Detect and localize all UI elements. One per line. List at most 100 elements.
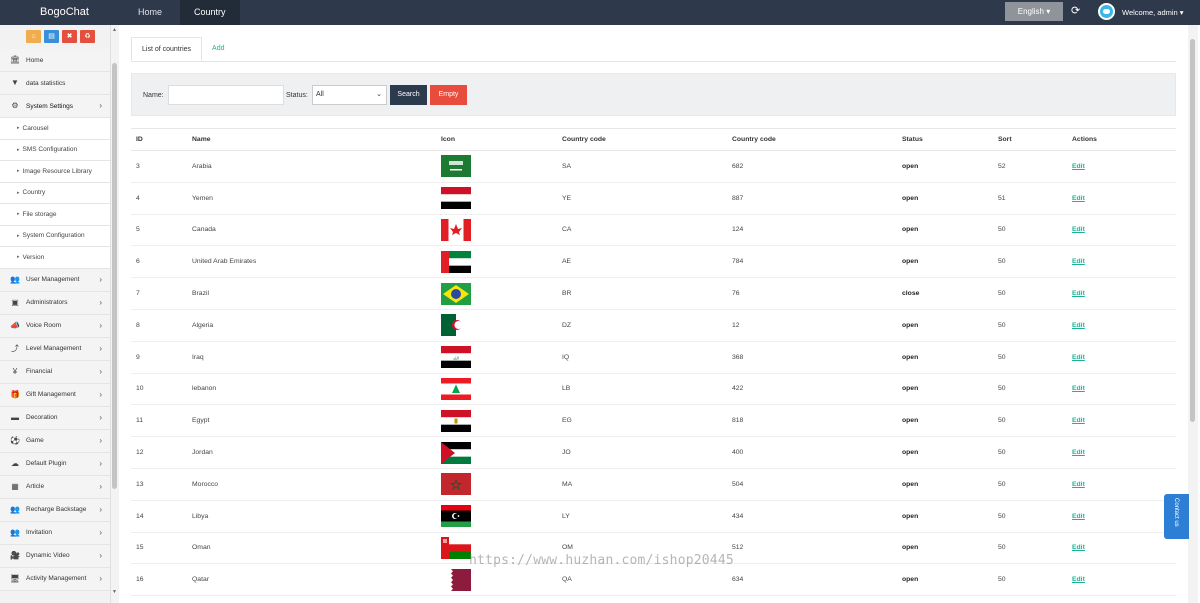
cell-id: 12 <box>131 436 187 469</box>
edit-link[interactable]: Edit <box>1072 226 1085 233</box>
edit-link[interactable]: Edit <box>1072 576 1085 583</box>
sidebar-item-decoration[interactable]: ▬ Decoration › <box>0 406 110 430</box>
cell-icon <box>436 150 557 183</box>
scroll-up-icon[interactable]: ▲ <box>112 27 117 33</box>
desktop-icon: 🖥 <box>9 573 21 583</box>
sidebar-scrollbar[interactable]: ▲ ▼ <box>111 25 119 603</box>
recycle-shortcut-icon[interactable]: ♻ <box>80 30 95 43</box>
sidebar-menu: 🏛 Home ▼ data statistics ⚙ System Settings › ▸ C… <box>0 49 110 591</box>
sidebar-item-financial[interactable]: ¥ Financial › <box>0 360 110 384</box>
ye-flag-icon <box>441 187 471 210</box>
home-shortcut-icon[interactable]: ⌂ <box>26 30 41 43</box>
sidebar-item-system-settings[interactable]: ⚙ System Settings › <box>0 95 110 118</box>
submenu-item-country[interactable]: ▸ Country <box>0 182 110 204</box>
om-flag-icon <box>441 536 471 559</box>
table-row: 14 Libya LY 434 open 50 Edit <box>131 500 1176 533</box>
edit-link[interactable]: Edit <box>1072 385 1085 392</box>
sidebar-scroll-thumb[interactable] <box>112 63 117 489</box>
edit-link[interactable]: Edit <box>1072 258 1085 265</box>
submenu-item-file-storage[interactable]: ▸ File storage <box>0 204 110 226</box>
level-icon: ⤴ <box>11 343 19 353</box>
cell-country-code: CA <box>557 214 727 247</box>
submenu-item-carousel[interactable]: ▸ Carousel <box>0 118 110 140</box>
cell-name: Libya <box>187 500 436 533</box>
cell-dial-code: 634 <box>727 563 897 597</box>
edit-link[interactable]: Edit <box>1072 322 1085 329</box>
sidebar-item-recharge-backstage[interactable]: 👥 Recharge Backstage › <box>0 498 110 522</box>
chevron-right-icon: › <box>99 274 102 284</box>
sidebar-item-data-statistics[interactable]: ▼ data statistics <box>0 72 110 95</box>
empty-button[interactable]: Empty <box>430 85 467 105</box>
name-input[interactable] <box>168 85 284 105</box>
sidebar-item-invitation[interactable]: 👥 Invitation › <box>0 521 110 545</box>
cell-sort: 50 <box>993 309 1067 342</box>
edit-link[interactable]: Edit <box>1072 481 1085 488</box>
sidebar-item-default-plugin[interactable]: ☁ Default Plugin › <box>0 452 110 476</box>
cell-id: 16 <box>131 563 187 597</box>
main-content: List of countries Add Name: Status: All … <box>119 25 1187 603</box>
edit-link[interactable]: Edit <box>1072 513 1085 520</box>
submenu-item-sms-configuration[interactable]: ▸ SMS Configuration <box>0 139 110 161</box>
sidebar-item-user-management[interactable]: 👥 User Management › <box>0 268 110 292</box>
sidebar-item-voice-room[interactable]: 📣 Voice Room › <box>0 314 110 338</box>
sidebar-item-home[interactable]: 🏛 Home <box>0 49 110 72</box>
user-menu[interactable]: Welcome, admin ▾ <box>1122 0 1184 25</box>
cell-dial-code: 512 <box>727 532 897 565</box>
contact-us-button[interactable]: Contact us <box>1164 494 1189 539</box>
cell-sort: 51 <box>993 182 1067 215</box>
bank-icon: 🏛 <box>9 55 21 64</box>
trash-shortcut-icon[interactable]: ✖ <box>62 30 77 43</box>
sidebar-item-activity-management[interactable]: 🖥 Activity Management › <box>0 567 110 591</box>
tab-add[interactable]: Add <box>202 37 235 61</box>
sidebar-item-gift-management[interactable]: 🎁 Gift Management › <box>0 383 110 407</box>
cell-dial-code: 422 <box>727 373 897 406</box>
edit-link[interactable]: Edit <box>1072 354 1085 361</box>
tab-list-of-countries[interactable]: List of countries <box>131 37 203 61</box>
sidebar-item-game[interactable]: ⚽ Game › <box>0 429 110 453</box>
edit-link[interactable]: Edit <box>1072 163 1085 170</box>
page-scrollbar[interactable] <box>1188 25 1198 603</box>
sidebar-item-administrators[interactable]: ▣ Administrators › <box>0 291 110 315</box>
col-sort: Sort <box>993 128 1067 151</box>
cell-country-code: DZ <box>557 309 727 342</box>
submenu-item-image-resource-library[interactable]: ▸ Image Resource Library <box>0 161 110 183</box>
sidebar-item-dynamic-video[interactable]: 🎥 Dynamic Video › <box>0 544 110 568</box>
edit-link[interactable]: Edit <box>1072 195 1085 202</box>
sidebar-item-article[interactable]: ▦ Article › <box>0 475 110 499</box>
cell-id: 7 <box>131 277 187 310</box>
status-select[interactable]: All ⌄ <box>312 85 387 105</box>
page-scroll-thumb[interactable] <box>1190 39 1195 422</box>
cell-status: open <box>897 468 993 501</box>
cell-dial-code: 124 <box>727 214 897 247</box>
language-dropdown[interactable]: English ▾ <box>1005 2 1063 21</box>
edit-link[interactable]: Edit <box>1072 290 1085 297</box>
avatar[interactable] <box>1098 3 1115 20</box>
cell-dial-code: 784 <box>727 245 897 279</box>
scroll-down-icon[interactable]: ▼ <box>112 589 117 595</box>
top-nav-home[interactable]: Home <box>124 0 176 25</box>
edit-link[interactable]: Edit <box>1072 417 1085 424</box>
submenu-item-version[interactable]: ▸ Version <box>0 247 110 269</box>
sidebar-item-label: Voice Room <box>26 322 62 329</box>
edit-link[interactable]: Edit <box>1072 449 1085 456</box>
chevron-right-icon: › <box>99 481 102 491</box>
cell-country-code: BR <box>557 277 727 310</box>
qa-flag-icon <box>441 568 471 591</box>
edit-link[interactable]: Edit <box>1072 544 1085 551</box>
sidebar-item-level-management[interactable]: ⤴ Level Management › <box>0 337 110 361</box>
table-row: 16 Qatar QA 634 open 50 Edit <box>131 563 1176 597</box>
refresh-icon[interactable]: ⟳ <box>1071 4 1083 18</box>
cell-country-code: MA <box>557 468 727 501</box>
jo-flag-icon <box>441 441 471 464</box>
cell-actions: Edit <box>1067 214 1176 247</box>
file-shortcut-icon[interactable]: ▤ <box>44 30 59 43</box>
sidebar-item-label: Level Management <box>26 345 82 352</box>
watermark: https://www.huzhan.com/ishop20445 <box>469 553 734 568</box>
cell-name: Algeria <box>187 309 436 342</box>
sa-flag-icon <box>441 155 471 178</box>
search-button[interactable]: Search <box>390 85 427 105</box>
cell-dial-code: 76 <box>727 277 897 310</box>
submenu-item-system-configuration[interactable]: ▸ System Configuration <box>0 225 110 247</box>
cell-sort: 50 <box>993 245 1067 279</box>
top-nav-country[interactable]: Country <box>180 0 240 25</box>
